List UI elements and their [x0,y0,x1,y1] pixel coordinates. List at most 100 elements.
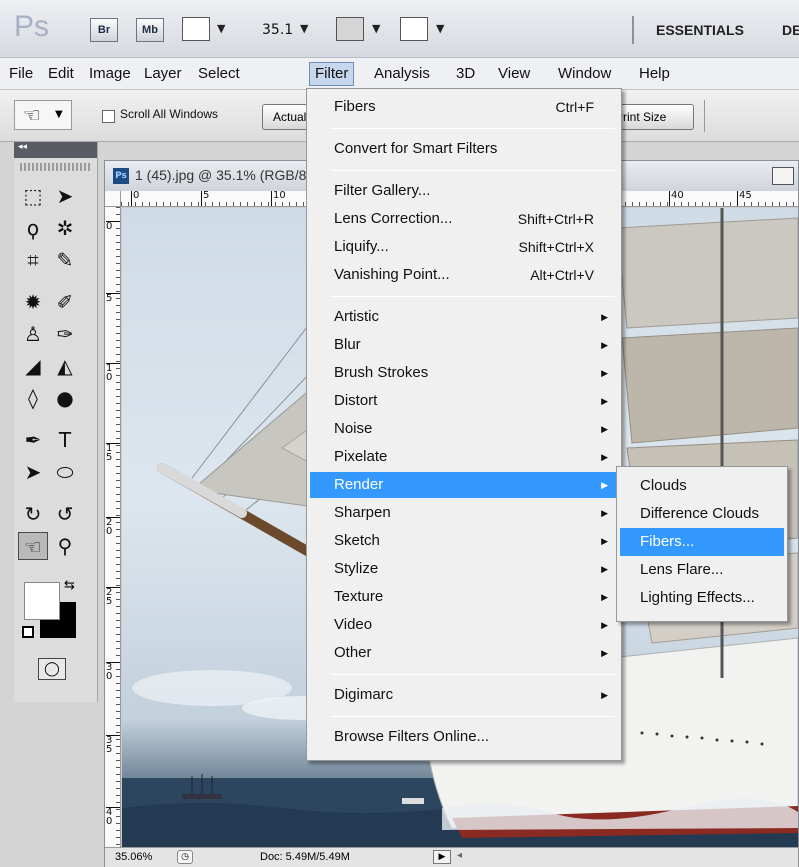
shape-tool-icon[interactable]: ⬭ [50,458,80,486]
filter-menu-item-distort[interactable]: Distort ▶ [310,388,618,414]
filter-menu-item-pixelate[interactable]: Pixelate ▶ [310,444,618,470]
render-submenu-item-difference-clouds[interactable]: Difference Clouds [620,500,784,528]
scroll-left-icon[interactable]: ◂ [457,850,462,861]
print-size-button[interactable]: Print Size [612,104,694,130]
panel-grip[interactable] [20,163,91,171]
submenu-arrow-icon: ▶ [601,536,608,546]
history-brush-tool-icon[interactable]: ✑ [50,320,80,348]
quick-mask-button[interactable]: ◯ [38,658,66,680]
paint-bucket-tool-icon[interactable]: ◭ [50,352,80,380]
menu-file[interactable]: File [4,63,38,87]
zoom-level[interactable]: 35.1 [262,22,293,38]
filter-menu-item-stylize[interactable]: Stylize ▶ [310,556,618,582]
menu-item-label: Liquify... [334,238,389,255]
pen-tool-icon[interactable]: ✒ [18,426,48,454]
chevron-down-icon[interactable]: ▼ [436,22,444,35]
menu-window[interactable]: Window [553,63,616,87]
filter-menu-item-liquify[interactable]: Liquify... Shift+Ctrl+X [310,234,618,260]
default-colors-icon[interactable] [22,626,34,638]
menu-item-label: Sketch [334,532,380,549]
spot-healing-tool-icon[interactable]: ✹ [18,288,48,316]
filter-menu-item-filter-gallery[interactable]: Filter Gallery... [310,178,618,204]
zoom-preview-icon[interactable]: ◷ [177,850,193,864]
menu-view[interactable]: View [493,63,535,87]
chevron-down-icon[interactable]: ▼ [372,22,380,35]
menu-item-label: Render [334,476,384,493]
filter-menu-item-texture[interactable]: Texture ▶ [310,584,618,610]
minimize-button[interactable] [772,167,794,185]
zoom-tool-icon[interactable]: ⚲ [50,532,80,560]
render-submenu-item-clouds[interactable]: Clouds [620,472,784,500]
menu-filter[interactable]: Filter [309,62,355,86]
filter-menu-item-convert-for-smart-filters[interactable]: Convert for Smart Filters [310,136,618,162]
marquee-tool-icon[interactable]: ⬚ [18,182,48,210]
render-submenu-item-lens-flare[interactable]: Lens Flare... [620,556,784,584]
foreground-color-swatch[interactable] [24,582,60,620]
menu-layer[interactable]: Layer [139,63,187,87]
panel-collapse-button[interactable]: ◂◂ [14,142,97,158]
filter-menu-item-artistic[interactable]: Artistic ▶ [310,304,618,330]
type-tool-icon[interactable]: T [50,426,80,454]
lasso-tool-icon[interactable]: ϙ [18,214,48,242]
filter-menu-item-sketch[interactable]: Sketch ▶ [310,528,618,554]
workspace-design[interactable]: DE [782,22,799,38]
move-tool-icon[interactable]: ➤ [50,182,80,210]
view-extras-icon[interactable] [182,17,210,41]
filter-menu-item-blur[interactable]: Blur ▶ [310,332,618,358]
menu-edit[interactable]: Edit [43,63,79,87]
filter-menu-item-lens-correction[interactable]: Lens Correction... Shift+Ctrl+R [310,206,618,232]
workspace-essentials[interactable]: ESSENTIALS [656,22,744,38]
hand-tool-icon[interactable]: ☜ [18,532,48,560]
3d-orbit-tool-icon[interactable]: ↺ [50,500,80,528]
chevron-down-icon[interactable]: ▼ [217,22,225,35]
magic-wand-tool-icon[interactable]: ✲ [50,214,80,242]
status-zoom[interactable]: 35.06% [115,851,152,863]
menu-item-label: Noise [334,420,373,437]
submenu-arrow-icon: ▶ [601,312,608,322]
crop-tool-icon[interactable]: ⌗ [18,246,48,274]
status-menu-arrow-icon[interactable]: ▶ [433,850,451,864]
filter-menu-item-video[interactable]: Video ▶ [310,612,618,638]
clone-stamp-tool-icon[interactable]: ♙ [18,320,48,348]
dodge-tool-icon[interactable]: ● [50,384,80,412]
ruler-origin[interactable] [105,191,121,207]
print-size-label: Print Size [615,110,667,124]
submenu-arrow-icon: ▶ [601,648,608,658]
vertical-ruler[interactable]: 0 5 1 0 1 5 2 0 2 5 3 0 3 5 4 0 [105,207,121,847]
menu-3d[interactable]: 3D [451,63,480,87]
menu-analysis[interactable]: Analysis [369,63,435,87]
arrange-documents-icon[interactable] [336,17,364,41]
submenu-arrow-icon: ▶ [601,424,608,434]
chevron-down-icon[interactable]: ▼ [300,22,308,35]
eyedropper-tool-icon[interactable]: ✎ [50,246,80,274]
submenu-arrow-icon: ▶ [601,480,608,490]
blur-tool-icon[interactable]: ◊ [18,384,48,412]
render-submenu-item-fibers[interactable]: Fibers... [620,528,784,556]
swap-colors-icon[interactable]: ⇆ [64,578,75,593]
menu-item-label: Difference Clouds [640,505,759,522]
filter-menu-item-fibers[interactable]: Fibers Ctrl+F [310,94,618,120]
scroll-all-windows-checkbox[interactable] [102,110,115,123]
menu-help[interactable]: Help [634,63,675,87]
launch-bridge-button[interactable]: Br [90,18,118,42]
filter-menu-item-browse-filters-online[interactable]: Browse Filters Online... [310,724,618,750]
render-submenu-item-lighting-effects[interactable]: Lighting Effects... [620,584,784,612]
menu-item-label: Other [334,644,372,661]
tool-preset-picker[interactable]: ☜ ▼ [14,100,72,130]
brush-tool-icon[interactable]: ✐ [50,288,80,316]
launch-mini-bridge-button[interactable]: Mb [136,18,164,42]
filter-menu-item-render[interactable]: Render ▶ [310,472,618,498]
filter-menu-item-vanishing-point[interactable]: Vanishing Point... Alt+Ctrl+V [310,262,618,288]
path-selection-tool-icon[interactable]: ➤ [18,458,48,486]
filter-menu-item-digimarc[interactable]: Digimarc ▶ [310,682,618,708]
filter-menu-item-sharpen[interactable]: Sharpen ▶ [310,500,618,526]
filter-menu-item-brush-strokes[interactable]: Brush Strokes ▶ [310,360,618,386]
3d-rotate-tool-icon[interactable]: ↻ [18,500,48,528]
screen-mode-icon[interactable] [400,17,428,41]
menu-item-label: Brush Strokes [334,364,429,381]
filter-menu-item-noise[interactable]: Noise ▶ [310,416,618,442]
eraser-tool-icon[interactable]: ◢ [18,352,48,380]
menu-image[interactable]: Image [84,63,136,87]
filter-menu-item-other[interactable]: Other ▶ [310,640,618,666]
menu-select[interactable]: Select [193,63,245,87]
